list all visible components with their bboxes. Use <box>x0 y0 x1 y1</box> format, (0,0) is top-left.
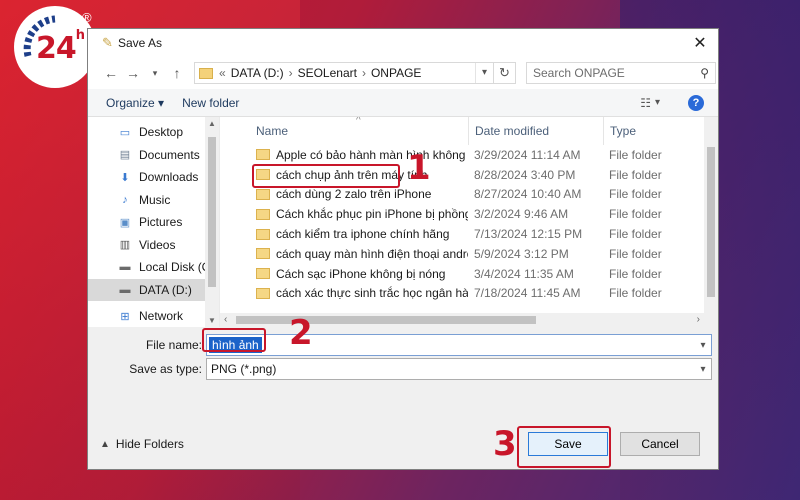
address-dropdown-icon[interactable]: ▾ <box>475 63 493 83</box>
file-name-dropdown-icon[interactable]: ▾ <box>695 340 711 351</box>
save-type-label: Save as type: <box>129 362 202 376</box>
registered-mark: ® <box>82 10 92 25</box>
window-title: Save As <box>118 36 163 50</box>
save-form: File name: hình ảnh ▾ Save as type: PNG … <box>88 327 718 381</box>
folder-icon <box>256 287 270 299</box>
forward-arrow-icon[interactable]: → <box>122 65 144 81</box>
save-type-value: PNG (*.png) <box>211 362 277 376</box>
dialog-footer: ▲ Hide Folders Save Cancel <box>88 419 718 469</box>
scroll-right-icon[interactable]: › <box>697 313 700 327</box>
folder-icon <box>256 188 270 200</box>
cancel-button[interactable]: Cancel <box>620 432 700 456</box>
column-date-modified[interactable]: Date modified <box>468 117 603 145</box>
videos-icon: ▥ <box>119 239 131 252</box>
column-headers: ^ Name Date modified Type <box>220 117 718 145</box>
folder-icon <box>256 149 270 161</box>
folder-icon <box>256 268 270 280</box>
annotation-number-three: 3 <box>493 424 517 464</box>
column-name[interactable]: Name <box>220 124 468 138</box>
sidebar-item-videos[interactable]: ▥ Videos <box>88 234 219 257</box>
chevron-up-icon: ▲ <box>100 438 110 450</box>
scroll-left-icon[interactable]: ‹ <box>224 313 227 327</box>
breadcrumb-current[interactable]: ONPAGE <box>371 66 421 80</box>
folder-icon <box>256 248 270 260</box>
view-dropdown-icon[interactable]: ▾ <box>655 97 660 108</box>
table-row[interactable]: cách xác thực sinh trắc học ngân hàng 7/… <box>220 284 718 304</box>
breadcrumb-separator: › <box>361 66 366 80</box>
save-type-dropdown-icon[interactable]: ▾ <box>695 364 711 375</box>
scrollbar-thumb[interactable] <box>707 147 715 297</box>
highlight-box-filename <box>202 328 266 352</box>
browser-area: ▭ Desktop ▤ Documents ⬇ Downloads ♪ Musi… <box>88 117 718 327</box>
save-as-dialog: ✎ Save As ✕ ← → ▾ ↑ « DATA (D:) › SEOLen… <box>87 28 719 470</box>
back-arrow-icon[interactable]: ← <box>100 65 122 81</box>
scroll-down-icon[interactable]: ▼ <box>205 316 219 325</box>
view-options-icon[interactable]: ☷ <box>640 96 651 110</box>
highlight-box-save <box>517 426 611 468</box>
highlight-box-folder <box>252 164 400 188</box>
search-input[interactable]: Search ONPAGE ⚲ <box>526 62 716 84</box>
sidebar-item-local-disk[interactable]: ▬ Local Disk (C:) <box>88 256 219 279</box>
sidebar-item-downloads[interactable]: ⬇ Downloads <box>88 166 219 189</box>
table-row[interactable]: Cách khắc phục pin iPhone bị phồng 3/2/2… <box>220 204 718 224</box>
sort-caret-icon: ^ <box>356 117 361 126</box>
save-type-select[interactable]: PNG (*.png) ▾ <box>206 358 712 380</box>
command-toolbar: Organize ▾ New folder ☷ ▾ ? <box>88 89 718 117</box>
sidebar-item-music[interactable]: ♪ Music <box>88 189 219 212</box>
address-prefix: « <box>219 66 226 80</box>
documents-icon: ▤ <box>119 149 131 162</box>
organize-button[interactable]: Organize ▾ <box>106 96 164 110</box>
network-icon: ⊞ <box>120 310 130 323</box>
desktop-icon: ▭ <box>119 126 131 139</box>
new-folder-button[interactable]: New folder <box>182 96 239 110</box>
pictures-icon: ▣ <box>119 216 131 229</box>
navigation-pane: ▭ Desktop ▤ Documents ⬇ Downloads ♪ Musi… <box>88 117 220 327</box>
refresh-icon[interactable]: ↻ <box>494 62 516 84</box>
help-icon[interactable]: ? <box>688 94 704 111</box>
sidebar-item-network[interactable]: ⊞ Network <box>88 305 219 327</box>
table-row[interactable]: cách quay màn hình điện thoại android 5/… <box>220 244 718 264</box>
file-name-input[interactable]: hình ảnh ▾ <box>206 334 712 356</box>
navigation-bar: ← → ▾ ↑ « DATA (D:) › SEOLenart › ONPAGE… <box>88 57 718 89</box>
save-type-row: Save as type: PNG (*.png) ▾ <box>88 357 718 381</box>
music-icon: ♪ <box>122 193 128 206</box>
scrollbar-thumb[interactable] <box>236 316 536 324</box>
address-bar[interactable]: « DATA (D:) › SEOLenart › ONPAGE ▾ <box>194 62 494 84</box>
file-list: ^ Name Date modified Type Apple có bảo h… <box>220 117 718 327</box>
up-arrow-icon[interactable]: ↑ <box>166 65 188 81</box>
breadcrumb-separator: › <box>288 66 293 80</box>
scrollbar-thumb[interactable] <box>208 137 216 287</box>
sidebar-item-pictures[interactable]: ▣ Pictures <box>88 211 219 234</box>
close-button[interactable]: ✕ <box>682 29 718 57</box>
hide-folders-button[interactable]: ▲ Hide Folders <box>100 437 184 451</box>
folder-icon <box>256 208 270 220</box>
sidebar-item-documents[interactable]: ▤ Documents <box>88 144 219 167</box>
table-row[interactable]: Apple có bảo hành màn hình không 3/29/20… <box>220 145 718 165</box>
annotation-number-one: 1 <box>407 148 431 188</box>
recent-dropdown-icon[interactable]: ▾ <box>144 68 166 79</box>
annotation-number-two: 2 <box>289 313 313 353</box>
scroll-up-icon[interactable]: ▲ <box>205 119 219 128</box>
folder-icon <box>256 228 270 240</box>
breadcrumb-drive[interactable]: DATA (D:) <box>231 66 284 80</box>
table-row[interactable]: cách kiểm tra iphone chính hãng 7/13/202… <box>220 224 718 244</box>
table-row[interactable]: Cách sạc iPhone không bị nóng 3/4/2024 1… <box>220 264 718 284</box>
search-placeholder: Search ONPAGE <box>533 66 625 80</box>
column-type[interactable]: Type <box>603 117 636 145</box>
disk-icon: ▬ <box>119 283 131 296</box>
sidebar-scrollbar[interactable]: ▲ ▼ <box>205 117 219 327</box>
pen-icon: ✎ <box>102 35 113 50</box>
file-name-label: File name: <box>145 338 202 352</box>
file-list-vertical-scrollbar[interactable] <box>704 117 718 313</box>
title-bar: ✎ Save As ✕ <box>88 29 718 57</box>
sidebar-item-data-drive[interactable]: ▬ DATA (D:) <box>88 278 219 301</box>
file-name-row: File name: hình ảnh ▾ <box>88 333 718 357</box>
logo-text: 24h <box>36 28 85 66</box>
breadcrumb-folder[interactable]: SEOLenart <box>298 66 357 80</box>
disk-icon: ▬ <box>119 261 131 274</box>
sidebar-item-desktop[interactable]: ▭ Desktop <box>88 121 219 144</box>
downloads-icon: ⬇ <box>120 171 130 184</box>
search-icon: ⚲ <box>700 66 709 80</box>
folder-icon <box>199 67 213 79</box>
